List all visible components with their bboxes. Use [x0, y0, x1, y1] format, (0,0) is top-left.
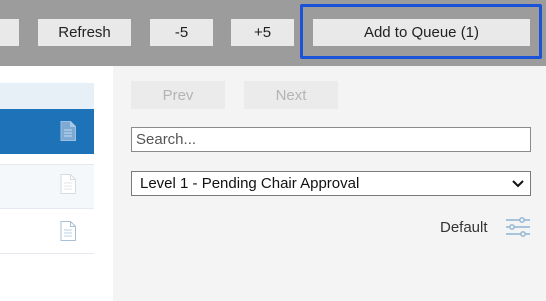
document-icon — [60, 174, 76, 194]
detail-pane: Prev Next Level 1 - Pending Chair Approv… — [113, 66, 546, 301]
status-filter-value: Level 1 - Pending Chair Approval — [140, 175, 360, 192]
list-header — [0, 83, 94, 109]
add-to-queue-button[interactable]: Add to Queue (1) — [313, 19, 530, 46]
toolbar-button-partial[interactable] — [0, 19, 19, 46]
status-filter-select[interactable]: Level 1 - Pending Chair Approval — [131, 171, 531, 196]
document-icon — [60, 221, 76, 241]
sliders-icon[interactable] — [505, 216, 531, 238]
document-list — [0, 66, 113, 301]
refresh-button[interactable]: Refresh — [38, 19, 131, 46]
chevron-down-icon — [512, 180, 524, 188]
list-item-selected[interactable] — [0, 109, 94, 154]
plus-five-button[interactable]: +5 — [231, 19, 294, 46]
document-icon — [60, 121, 76, 141]
prev-button[interactable]: Prev — [131, 81, 225, 109]
search-input[interactable] — [131, 127, 531, 152]
minus-five-button[interactable]: -5 — [150, 19, 213, 46]
list-item[interactable] — [0, 209, 94, 254]
view-default-label: Default — [440, 219, 488, 236]
list-item[interactable] — [0, 164, 94, 209]
next-button[interactable]: Next — [244, 81, 338, 109]
toolbar: Refresh -5 +5 Add to Queue (1) — [0, 0, 546, 66]
